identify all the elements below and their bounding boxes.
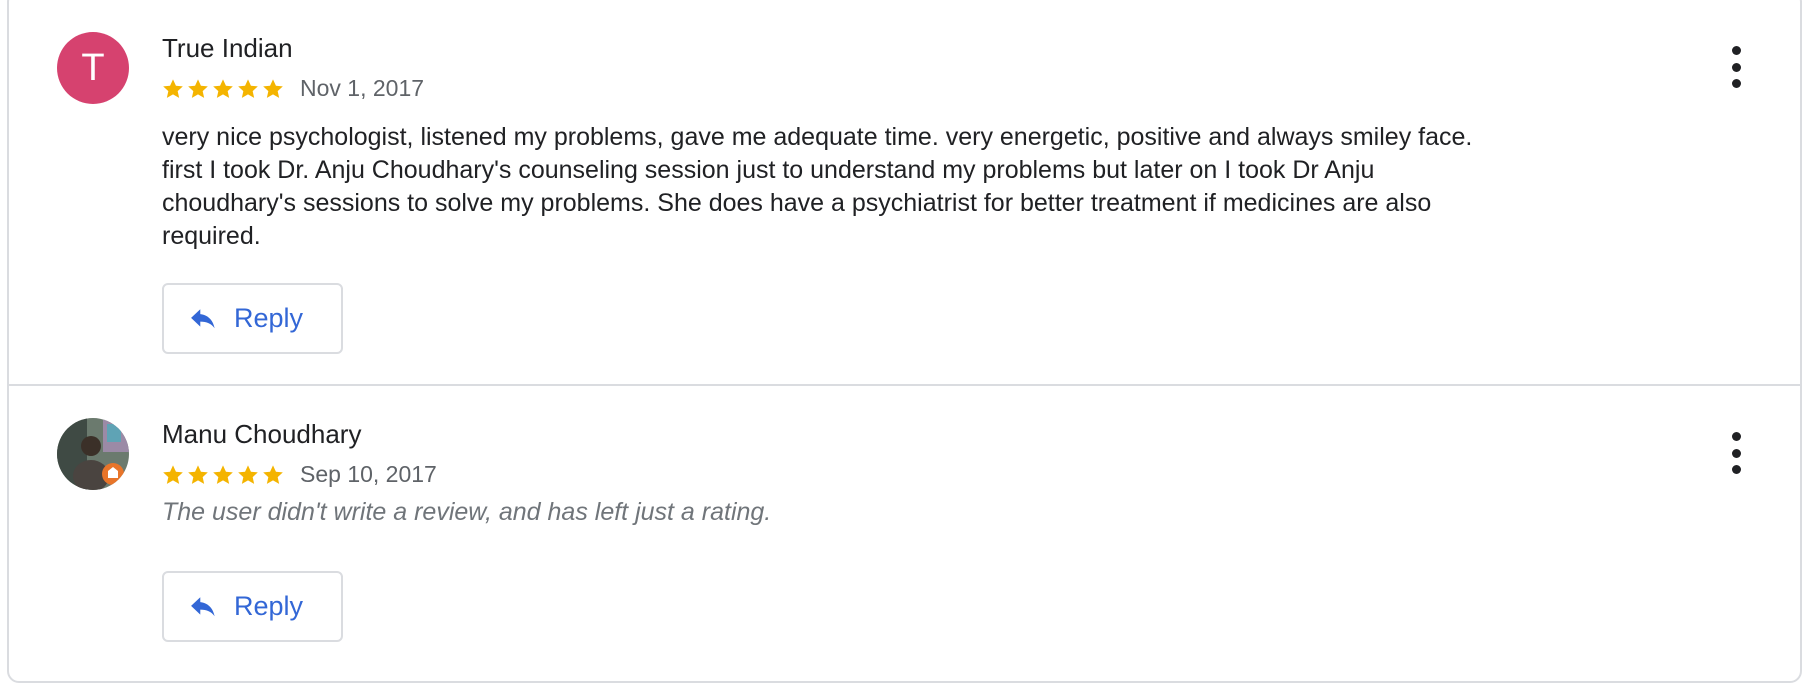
star-icon xyxy=(213,464,233,484)
star-icon xyxy=(188,464,208,484)
more-dot xyxy=(1731,432,1741,441)
avatar[interactable] xyxy=(57,418,129,490)
review-date: Sep 10, 2017 xyxy=(300,461,437,487)
review-text-line: very nice psychologist, listened my prob… xyxy=(162,123,1473,151)
more-dot xyxy=(1731,465,1741,474)
reviewer-name[interactable]: True Indian xyxy=(162,33,293,64)
star-rating xyxy=(162,78,284,100)
review-date: Nov 1, 2017 xyxy=(300,75,425,101)
review-item: Manu Choudhary Sep 10, 2017 The user did… xyxy=(9,388,1800,678)
more-vert-icon[interactable] xyxy=(1720,46,1752,88)
star-icon xyxy=(163,464,183,484)
more-dot xyxy=(1731,79,1741,88)
star-rating xyxy=(162,464,284,486)
avatar-photo xyxy=(57,418,129,490)
reviewer-name[interactable]: Manu Choudhary xyxy=(162,419,361,450)
star-icon xyxy=(163,78,183,98)
reviews-panel: T True Indian Nov 1, 2017 very nice psyc… xyxy=(7,0,1802,683)
avatar[interactable]: T xyxy=(57,32,129,104)
star-icon xyxy=(213,78,233,98)
review-text: very nice psychologist, listened my prob… xyxy=(162,121,1652,253)
more-dot xyxy=(1731,46,1741,55)
review-text-line: required. xyxy=(162,222,261,250)
reply-button[interactable]: Reply xyxy=(162,283,343,354)
star-icon xyxy=(238,464,258,484)
star-icon xyxy=(238,78,258,98)
star-icon xyxy=(188,78,208,98)
star-icon xyxy=(263,464,283,484)
rating-row: Sep 10, 2017 xyxy=(162,461,437,488)
reply-label: Reply xyxy=(234,591,304,621)
rating-row: Nov 1, 2017 xyxy=(162,75,424,102)
review-item: T True Indian Nov 1, 2017 very nice psyc… xyxy=(9,2,1800,386)
no-review-notice: The user didn't write a review, and has … xyxy=(162,498,772,526)
review-text-line: first I took Dr. Anju Choudhary's counse… xyxy=(162,156,1375,184)
more-dot xyxy=(1731,62,1741,72)
reply-button[interactable]: Reply xyxy=(162,571,343,642)
star-icon xyxy=(263,78,283,98)
reply-icon xyxy=(191,308,215,328)
reply-label: Reply xyxy=(234,303,304,333)
more-vert-icon[interactable] xyxy=(1720,432,1752,474)
avatar-initial: T xyxy=(81,46,105,89)
more-dot xyxy=(1731,448,1741,458)
reply-icon xyxy=(191,596,215,616)
review-text-line: choudhary's sessions to solve my problem… xyxy=(162,189,1432,217)
